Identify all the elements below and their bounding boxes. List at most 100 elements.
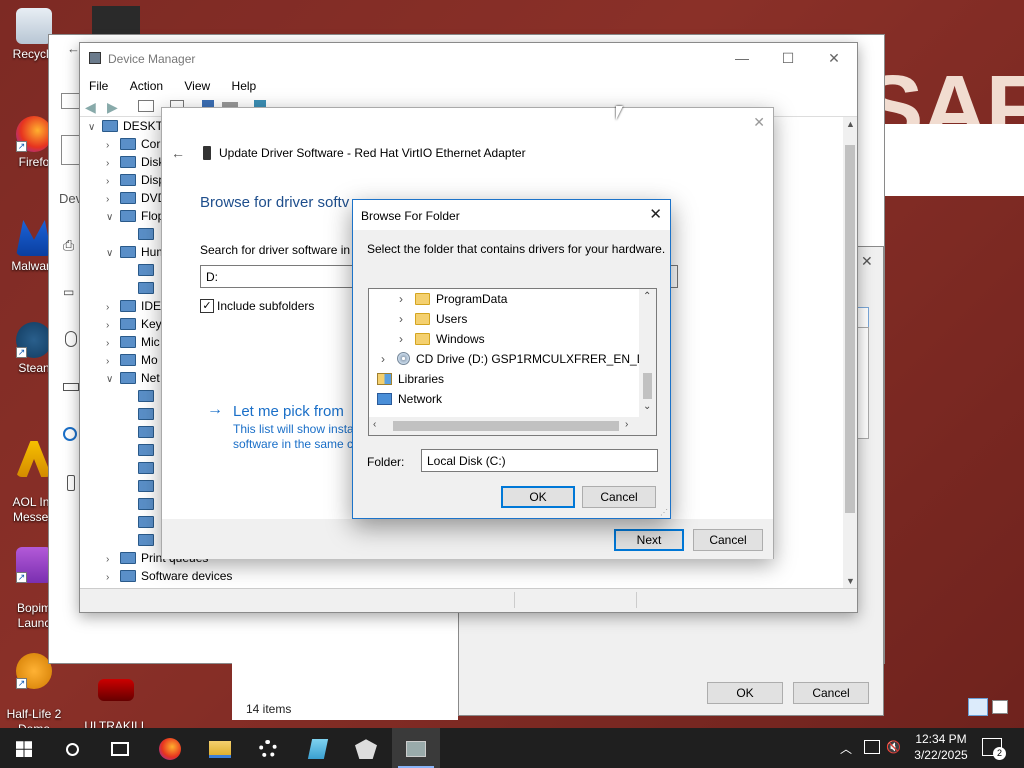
tree-row[interactable]: › Key — [106, 315, 162, 333]
tree-vertical-scrollbar[interactable]: ⌃ ⌄ — [639, 289, 656, 417]
tree-row[interactable] — [124, 495, 159, 513]
tree-item-windows[interactable]: › Windows — [399, 329, 485, 349]
expand-icon[interactable]: ∨ — [106, 209, 120, 227]
scroll-down-icon[interactable]: ⌄ — [643, 401, 651, 412]
tree-row[interactable] — [124, 225, 159, 243]
expand-icon[interactable]: ∨ — [88, 119, 102, 137]
scroll-right-icon[interactable]: › — [625, 419, 628, 430]
network-status-icon[interactable] — [864, 740, 880, 754]
taskbar-device-manager[interactable] — [392, 728, 440, 768]
expand-icon[interactable]: ∨ — [106, 371, 120, 389]
expand-icon[interactable]: › — [106, 569, 120, 587]
tree-row[interactable] — [124, 279, 159, 297]
tree-row[interactable]: › Mo — [106, 351, 158, 369]
tree-item-cd-drive[interactable]: › CD Drive (D:) GSP1RMCULXFRER_EN_DVD — [381, 349, 656, 369]
folder-input[interactable]: Local Disk (C:) — [421, 449, 658, 472]
tree-row[interactable] — [124, 441, 159, 459]
task-view-button[interactable] — [96, 728, 144, 768]
back-ok-button[interactable]: OK — [707, 682, 783, 704]
maximize-button[interactable]: ☐ — [765, 43, 811, 73]
scroll-thumb[interactable] — [643, 373, 652, 399]
tree-row[interactable] — [124, 405, 159, 423]
search-button[interactable] — [48, 728, 96, 768]
expand-icon[interactable]: › — [399, 309, 415, 329]
tree-row[interactable]: › Software devices — [106, 567, 232, 585]
scroll-down-icon[interactable]: ▼ — [846, 576, 855, 586]
back-cancel-button[interactable]: Cancel — [793, 682, 869, 704]
taskbar-file-explorer[interactable] — [196, 728, 244, 768]
tree-row[interactable]: › DVD — [106, 189, 166, 207]
expand-icon[interactable]: › — [399, 289, 415, 309]
close-icon[interactable]: ✕ — [649, 205, 662, 223]
taskbar-firefox[interactable] — [146, 728, 194, 768]
volume-muted-icon[interactable]: 🔇 — [886, 740, 901, 754]
details-view-icon[interactable] — [968, 698, 988, 716]
menu-help[interactable]: Help — [223, 75, 266, 93]
tree-row[interactable] — [124, 459, 159, 477]
tree-item-users[interactable]: › Users — [399, 309, 467, 329]
forward-arrow-icon[interactable]: ▶ — [107, 99, 118, 116]
tree-row[interactable]: › Cor — [106, 135, 160, 153]
tree-row[interactable]: › Disk — [106, 153, 164, 171]
close-icon[interactable]: ✕ — [753, 114, 765, 131]
tree-item-libraries[interactable]: Libraries — [377, 369, 444, 389]
scroll-left-icon[interactable]: ‹ — [373, 419, 376, 430]
taskbar-settings[interactable] — [244, 728, 292, 768]
include-subfolders-checkbox[interactable]: ✓ — [200, 299, 214, 313]
printer-icon: ⎙ — [63, 237, 75, 253]
tree-row[interactable]: › Disp — [106, 171, 165, 189]
menu-file[interactable]: File — [80, 75, 117, 93]
start-button[interactable] — [0, 728, 48, 768]
tree-row[interactable] — [124, 387, 159, 405]
scroll-thumb[interactable] — [393, 421, 619, 431]
vertical-scrollbar[interactable]: ▲ ▼ — [843, 117, 857, 588]
minimize-button[interactable]: — — [719, 43, 765, 73]
tree-row[interactable]: ∨ Hum — [106, 243, 166, 261]
taskbar-app[interactable] — [342, 728, 390, 768]
path-value: D: — [206, 270, 218, 284]
close-button[interactable]: ✕ — [811, 43, 857, 73]
scroll-up-icon[interactable]: ▲ — [846, 119, 855, 129]
ok-button[interactable]: OK — [501, 486, 575, 508]
tree-row[interactable] — [124, 513, 159, 531]
resize-grip-icon[interactable]: ⋰ — [660, 508, 668, 517]
tree-item-programdata[interactable]: › ProgramData — [399, 289, 507, 309]
scroll-thumb[interactable] — [845, 145, 855, 513]
tree-row[interactable]: ∨ Net — [106, 369, 160, 387]
arrow-right-icon: → — [207, 401, 223, 418]
menu-view[interactable]: View — [175, 75, 219, 93]
tree-row[interactable] — [124, 261, 159, 279]
large-icons-view-icon[interactable] — [992, 700, 1008, 714]
scroll-up-icon[interactable]: ⌃ — [643, 291, 651, 302]
tree-row[interactable]: › Mic — [106, 333, 160, 351]
tree-horizontal-scrollbar[interactable]: ‹ › — [369, 417, 656, 435]
next-button[interactable]: Next — [614, 529, 684, 551]
expand-icon[interactable]: ∨ — [106, 245, 120, 263]
cancel-button[interactable]: Cancel — [582, 486, 656, 508]
action-center-icon[interactable]: 2 — [982, 738, 1006, 760]
taskbar-notepad[interactable] — [294, 728, 342, 768]
tree-row[interactable]: › IDE — [106, 297, 161, 315]
back-arrow-icon[interactable]: ◀ — [85, 99, 96, 116]
tree-item-network[interactable]: Network — [377, 389, 442, 409]
back-arrow-icon[interactable]: ← — [171, 145, 185, 161]
close-icon[interactable]: ✕ — [861, 253, 873, 270]
cancel-button[interactable]: Cancel — [693, 529, 763, 551]
properties-icon[interactable] — [138, 100, 154, 112]
show-hidden-icons[interactable]: ︿ — [840, 740, 852, 757]
clock[interactable]: 12:34 PM 3/22/2025 — [914, 732, 968, 762]
keyboard-icon — [63, 383, 79, 391]
pick-driver-link[interactable]: Let me pick from — [233, 403, 344, 420]
expand-icon[interactable]: › — [399, 329, 415, 349]
device-icon — [138, 228, 154, 240]
device-manager-icon — [406, 741, 426, 758]
tree-row[interactable] — [124, 477, 159, 495]
expand-icon[interactable]: › — [381, 349, 397, 369]
tree-item-label: Libraries — [398, 372, 445, 386]
folder-tree[interactable]: › ProgramData › Users › Windows › CD Drive (… — [368, 288, 657, 436]
tree-row[interactable]: ∨ DESKTO — [88, 117, 172, 135]
menu-action[interactable]: Action — [121, 75, 172, 93]
tree-row[interactable]: ∨ Flop — [106, 207, 164, 225]
tree-row[interactable] — [124, 423, 159, 441]
tree-row[interactable] — [124, 531, 159, 549]
